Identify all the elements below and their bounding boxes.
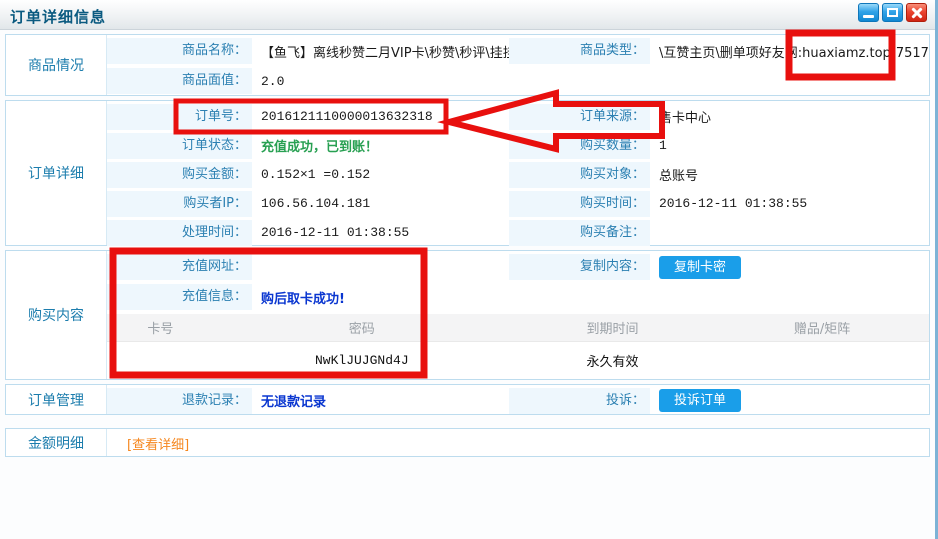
copy-content-label: 复制内容：	[509, 254, 650, 280]
buy-remark-label: 购买备注：	[509, 220, 650, 246]
section-product: 商品情况 商品名称： 【鱼飞】离线秒赞二月VIP卡\秒赞\秒评\挂挂 商品类型：…	[5, 34, 930, 96]
product-face-value: 2.0	[252, 74, 509, 89]
buy-target-value: 总账号	[650, 165, 929, 184]
section-amount-detail: 金额明细 [查看详细]	[5, 428, 930, 457]
maximize-button[interactable]	[882, 3, 903, 22]
section-order-detail: 订单详细 订单号： 2016121110000013632318 订单来源： 售…	[5, 100, 930, 246]
section-management-header: 订单管理	[6, 385, 107, 414]
buy-time-label: 购买时间：	[509, 191, 650, 217]
order-status-value: 充值成功，已到账！	[252, 136, 509, 155]
minimize-icon	[863, 15, 874, 18]
section-purchase-content: 购买内容 充值网址： 复制内容： 复制卡密 充值信息： 购后取卡成功!	[5, 250, 930, 380]
buy-quantity-value: 1	[650, 138, 929, 153]
section-order-header: 订单详细	[6, 101, 107, 245]
buy-quantity-label: 购买数量：	[509, 133, 650, 159]
buy-time-value: 2016-12-11 01:38:55	[650, 196, 929, 211]
complaint-label: 投诉：	[509, 388, 650, 414]
col-gift-matrix: 赠品/矩阵	[715, 318, 929, 337]
card-expiry-cell: 永久有效	[510, 351, 716, 370]
product-name-value: 【鱼飞】离线秒赞二月VIP卡\秒赞\秒评\挂挂	[252, 42, 509, 61]
title-bar: 订单详细信息	[0, 0, 935, 30]
page-title: 订单详细信息	[10, 6, 106, 27]
section-product-header: 商品情况	[6, 35, 107, 95]
col-password: 密码	[214, 318, 510, 337]
close-button[interactable]	[906, 3, 927, 22]
order-source-value: 售卡中心	[650, 107, 929, 126]
maximize-icon	[887, 8, 898, 17]
table-row: NwKlJUJGNd4J 永久有效	[107, 342, 929, 379]
buy-target-label: 购买对象：	[509, 162, 650, 188]
process-time-label: 处理时间：	[107, 220, 252, 246]
process-time-value: 2016-12-11 01:38:55	[252, 225, 509, 240]
recharge-info-label: 充值信息：	[107, 284, 252, 310]
col-card-number: 卡号	[107, 318, 214, 337]
refund-record-label: 退款记录：	[107, 388, 252, 414]
card-password-cell: NwKlJUJGNd4J	[214, 353, 510, 368]
recharge-url-label: 充值网址：	[107, 254, 252, 280]
window-controls	[858, 3, 927, 22]
recharge-info-value: 购后取卡成功!	[252, 288, 509, 307]
buyer-ip-label: 购买者IP：	[107, 191, 252, 217]
view-detail-link[interactable]: [查看详细]	[107, 434, 929, 453]
order-source-label: 订单来源：	[509, 104, 650, 130]
refund-record-value: 无退款记录	[252, 391, 509, 410]
minimize-button[interactable]	[858, 3, 879, 22]
order-status-label: 订单状态：	[107, 133, 252, 159]
order-detail-dialog: 订单详细信息 商品情况 商品名称： 【鱼飞】离线秒赞二月VIP卡\秒赞\秒评\挂…	[0, 0, 938, 539]
complain-order-button[interactable]: 投诉订单	[659, 389, 741, 412]
buyer-ip-value: 106.56.104.181	[252, 196, 509, 211]
product-type-value: \互赞主页\删单项好友网:huaxiamz.top(7517	[650, 42, 929, 61]
buy-amount-value: 0.152×1 =0.152	[252, 167, 509, 182]
card-table-header: 卡号 密码 到期时间 赠品/矩阵	[107, 314, 929, 342]
product-name-label: 商品名称：	[107, 38, 252, 64]
copy-card-secret-button[interactable]: 复制卡密	[659, 256, 741, 279]
section-amount-header: 金额明细	[6, 429, 107, 456]
product-face-label: 商品面值：	[107, 68, 252, 94]
order-number-label: 订单号：	[107, 104, 252, 130]
col-expiry: 到期时间	[510, 318, 716, 337]
buy-amount-label: 购买金额：	[107, 162, 252, 188]
order-number-value: 2016121110000013632318	[252, 109, 509, 124]
product-type-label: 商品类型：	[509, 38, 650, 64]
section-purchase-header: 购买内容	[6, 251, 107, 379]
section-order-management: 订单管理 退款记录： 无退款记录 投诉： 投诉订单	[5, 384, 930, 415]
card-table: 卡号 密码 到期时间 赠品/矩阵 NwKlJUJGNd4J 永久有效	[107, 314, 929, 379]
